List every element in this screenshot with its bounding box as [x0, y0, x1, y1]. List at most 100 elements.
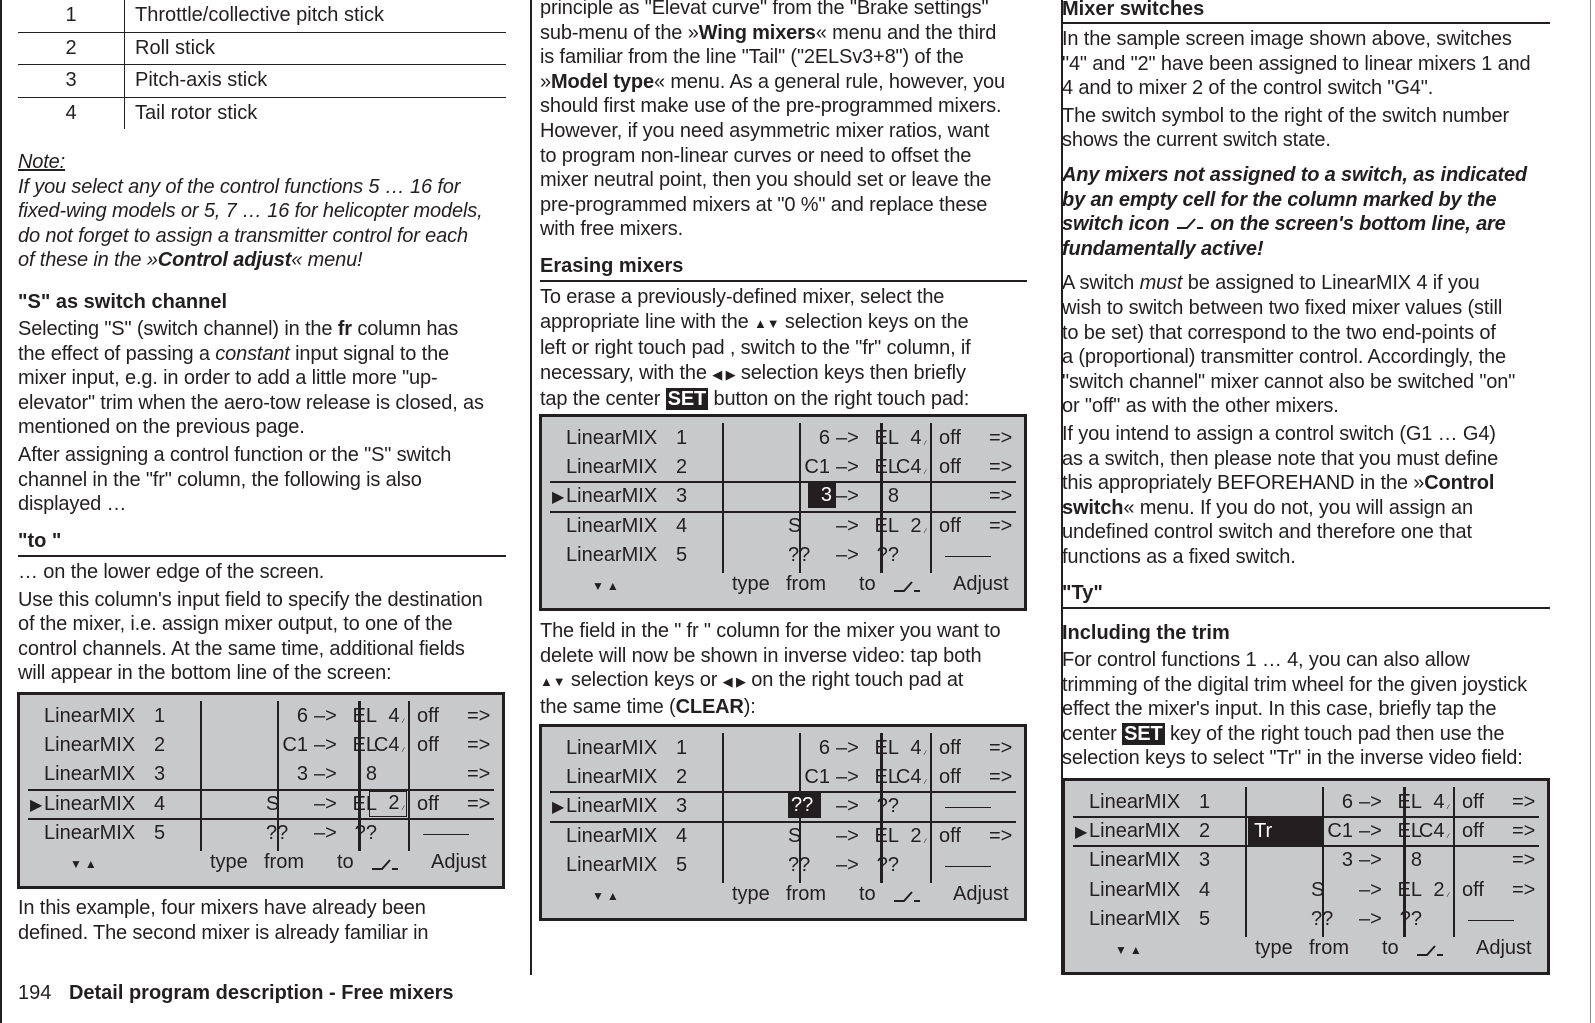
from-field[interactable]: ?? [266, 822, 314, 845]
adjust-button[interactable]: => [467, 763, 490, 786]
from-field[interactable]: 3 [1305, 849, 1353, 872]
from-field[interactable]: C1 [782, 456, 830, 479]
adjust-button[interactable]: => [467, 793, 490, 816]
to-field[interactable]: 8 [852, 485, 899, 508]
mixer-row[interactable]: LinearMIX 4 S –> EL 2⸝ off => [542, 823, 1024, 852]
adjust-button[interactable]: => [467, 734, 490, 757]
adjust-button[interactable]: => [1512, 791, 1535, 814]
mixer-row[interactable]: LinearMIX 2 C1 –> EL C4⸝ off => [542, 764, 1024, 793]
from-field[interactable]: S [788, 825, 836, 848]
text: on the screen's bottom line, are [1204, 213, 1506, 236]
nav-arrows-icon[interactable]: ▼▲ [592, 579, 622, 593]
from-field[interactable]: C1 [782, 766, 830, 789]
from-field[interactable]: C1 [1305, 820, 1353, 843]
from-field[interactable]: ?? [788, 544, 836, 567]
to-field[interactable]: ?? [852, 795, 899, 818]
text: the same time ( [540, 695, 676, 718]
mixer-row[interactable]: LinearMIX 5?? –>?? [20, 820, 502, 849]
from-field[interactable]: C1 [260, 734, 308, 757]
adjust-button[interactable]: => [1512, 879, 1535, 902]
selection-line-top [550, 791, 1016, 794]
switch-field[interactable]: C4⸝ [1411, 820, 1451, 843]
adjust-button[interactable]: => [989, 485, 1012, 508]
nav-arrows-icon[interactable]: ▼▲ [1115, 943, 1145, 957]
adjust-button[interactable]: => [1512, 849, 1535, 872]
to-field[interactable]: 8 [330, 763, 377, 786]
erasing-section: Erasing mixers To erase a previously-def… [540, 254, 1027, 412]
mixer-row[interactable]: ▶ LinearMIX 3?? –>?? [542, 793, 1024, 822]
switch-field[interactable]: 2⸝ [369, 790, 407, 817]
mixer-name: LinearMIX [44, 763, 136, 786]
mixer-name: LinearMIX [1089, 791, 1181, 813]
from-field[interactable]: 6 [782, 737, 830, 760]
adjust-button[interactable]: => [989, 456, 1012, 479]
adjust-button[interactable]: => [989, 766, 1012, 789]
switch-field[interactable]: 4⸝ [888, 737, 928, 760]
from-field[interactable]: ?? [788, 854, 836, 877]
adjust-button[interactable]: => [989, 737, 1012, 760]
mixer-row[interactable]: LinearMIX 2 C1 –> EL C4⸝ off => [542, 454, 1024, 483]
mixer-row[interactable]: ▶ LinearMIX 2 Tr C1 –> EL C4⸝ off => [1065, 818, 1547, 848]
adjust-button[interactable]: => [989, 825, 1012, 848]
from-field[interactable]: S [788, 515, 836, 538]
switch-field[interactable]: C4⸝ [366, 734, 406, 757]
mixer-row[interactable]: LinearMIX 4 S –> EL 2⸝ off => [542, 513, 1024, 542]
adjust-button[interactable]: => [989, 427, 1012, 450]
to-section: "to " … on the lower edge of the screen.… [18, 529, 506, 686]
mixer-row[interactable]: LinearMIX 5?? –>?? [1065, 906, 1547, 935]
mixer-row[interactable]: LinearMIX 1 6 –> EL 4⸝ off => [542, 425, 1024, 454]
mixer-type-field[interactable] [725, 483, 801, 512]
mixer-row[interactable]: LinearMIX 3 3 –> 8 => [1065, 847, 1547, 876]
table-row: 4 Tail rotor stick [18, 97, 506, 129]
from-field[interactable]: ?? [788, 793, 821, 819]
from-field[interactable]: ?? [1311, 908, 1359, 931]
switch-field[interactable]: 4⸝ [366, 705, 406, 728]
paragraph-line: principle as "Elevat curve" from the "Br… [540, 0, 989, 19]
mixer-row[interactable]: LinearMIX 1 6 –> EL 4⸝ off => [542, 735, 1024, 764]
mixer-row[interactable]: LinearMIX 1 6 –> EL 4⸝ off => [1065, 789, 1547, 818]
from-field[interactable]: 6 [782, 427, 830, 450]
switch-field[interactable]: 4⸝ [888, 427, 928, 450]
nav-arrows-icon[interactable]: ▼▲ [70, 857, 100, 871]
text: constant [215, 342, 290, 365]
table-row: 1 Throttle/collective pitch stick [18, 0, 506, 33]
text: column has [351, 318, 459, 340]
mixer-row[interactable]: ▶ LinearMIX 4 S –> EL 2⸝ off => [20, 790, 502, 820]
ty-section: "Ty" Including the trim For control func… [1062, 581, 1550, 771]
from-field[interactable]: 3 [808, 483, 836, 509]
mixer-row[interactable]: LinearMIX 5?? –>?? [542, 852, 1024, 881]
adjust-button[interactable]: => [989, 515, 1012, 538]
to-field[interactable]: ?? [330, 822, 377, 845]
to-field[interactable]: ?? [852, 544, 899, 567]
to-field[interactable]: ?? [1375, 908, 1422, 931]
from-field[interactable]: 6 [260, 705, 308, 728]
text: Selecting "S" (switch channel) in the [18, 318, 338, 340]
selection-line-bottom [550, 820, 1016, 823]
adjust-button[interactable]: => [467, 705, 490, 728]
switch-field[interactable]: C4⸝ [888, 766, 928, 789]
empty-adjust-line [945, 865, 991, 867]
switch-field[interactable]: 4⸝ [1411, 791, 1451, 814]
switch-field[interactable]: C4⸝ [888, 456, 928, 479]
from-field[interactable]: S [1311, 879, 1359, 902]
switch-value: C4 [895, 766, 922, 789]
to-field[interactable]: 8 [1375, 849, 1422, 872]
from-field[interactable]: 3 [260, 763, 308, 786]
switch-field[interactable]: 2⸝ [1411, 879, 1451, 902]
mixer-row[interactable]: LinearMIX 1 6 –> EL 4⸝ off => [20, 703, 502, 732]
mixer-name: LinearMIX [566, 795, 658, 818]
switch-field[interactable]: 2⸝ [888, 515, 928, 538]
from-field[interactable]: S [266, 793, 314, 816]
mixer-row[interactable]: LinearMIX 2 C1 –> EL C4⸝ off => [20, 732, 502, 761]
mixer-row[interactable]: ▶ LinearMIX 3 3 –> 8 => [542, 483, 1024, 512]
adjust-button[interactable]: => [1512, 820, 1535, 843]
nav-arrows-icon[interactable]: ▼▲ [592, 889, 622, 903]
selection-pointer-icon: ▶ [552, 489, 565, 507]
mixer-row[interactable]: LinearMIX 5?? –>?? [542, 542, 1024, 571]
paragraph-line: »Model type« menu. As a general rule, ho… [540, 70, 1030, 95]
switch-field[interactable]: 2⸝ [888, 825, 928, 848]
from-field[interactable]: 6 [1305, 791, 1353, 814]
mixer-row[interactable]: LinearMIX 4 S –> EL 2⸝ off => [1065, 877, 1547, 906]
to-field[interactable]: ?? [852, 854, 899, 877]
mixer-row[interactable]: LinearMIX 3 3 –> 8 => [20, 761, 502, 790]
